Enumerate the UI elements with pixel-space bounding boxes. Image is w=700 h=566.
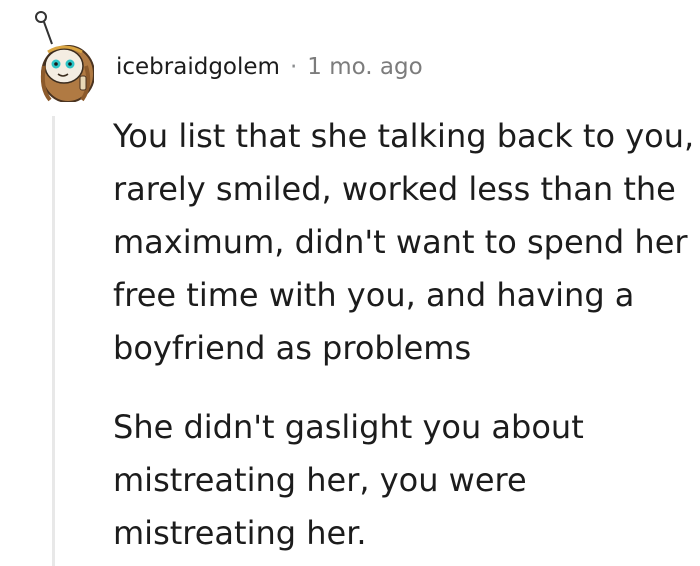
comment: icebraidgolem · 1 mo. ago You list that … bbox=[0, 0, 700, 566]
meta-separator: · bbox=[289, 54, 298, 80]
comment-timestamp[interactable]: 1 mo. ago bbox=[307, 54, 422, 80]
user-avatar[interactable] bbox=[22, 8, 95, 103]
comment-header: icebraidgolem · 1 mo. ago bbox=[116, 50, 423, 84]
thread-line[interactable] bbox=[52, 116, 55, 566]
comment-paragraph: You list that she talking back to you, r… bbox=[113, 117, 695, 367]
username-link[interactable]: icebraidgolem bbox=[116, 54, 280, 80]
comment-body: You list that she talking back to you, r… bbox=[113, 110, 698, 560]
snoo-avatar-icon bbox=[35, 11, 95, 103]
comment-paragraph: She didn't gaslight you about mistreatin… bbox=[113, 408, 584, 552]
